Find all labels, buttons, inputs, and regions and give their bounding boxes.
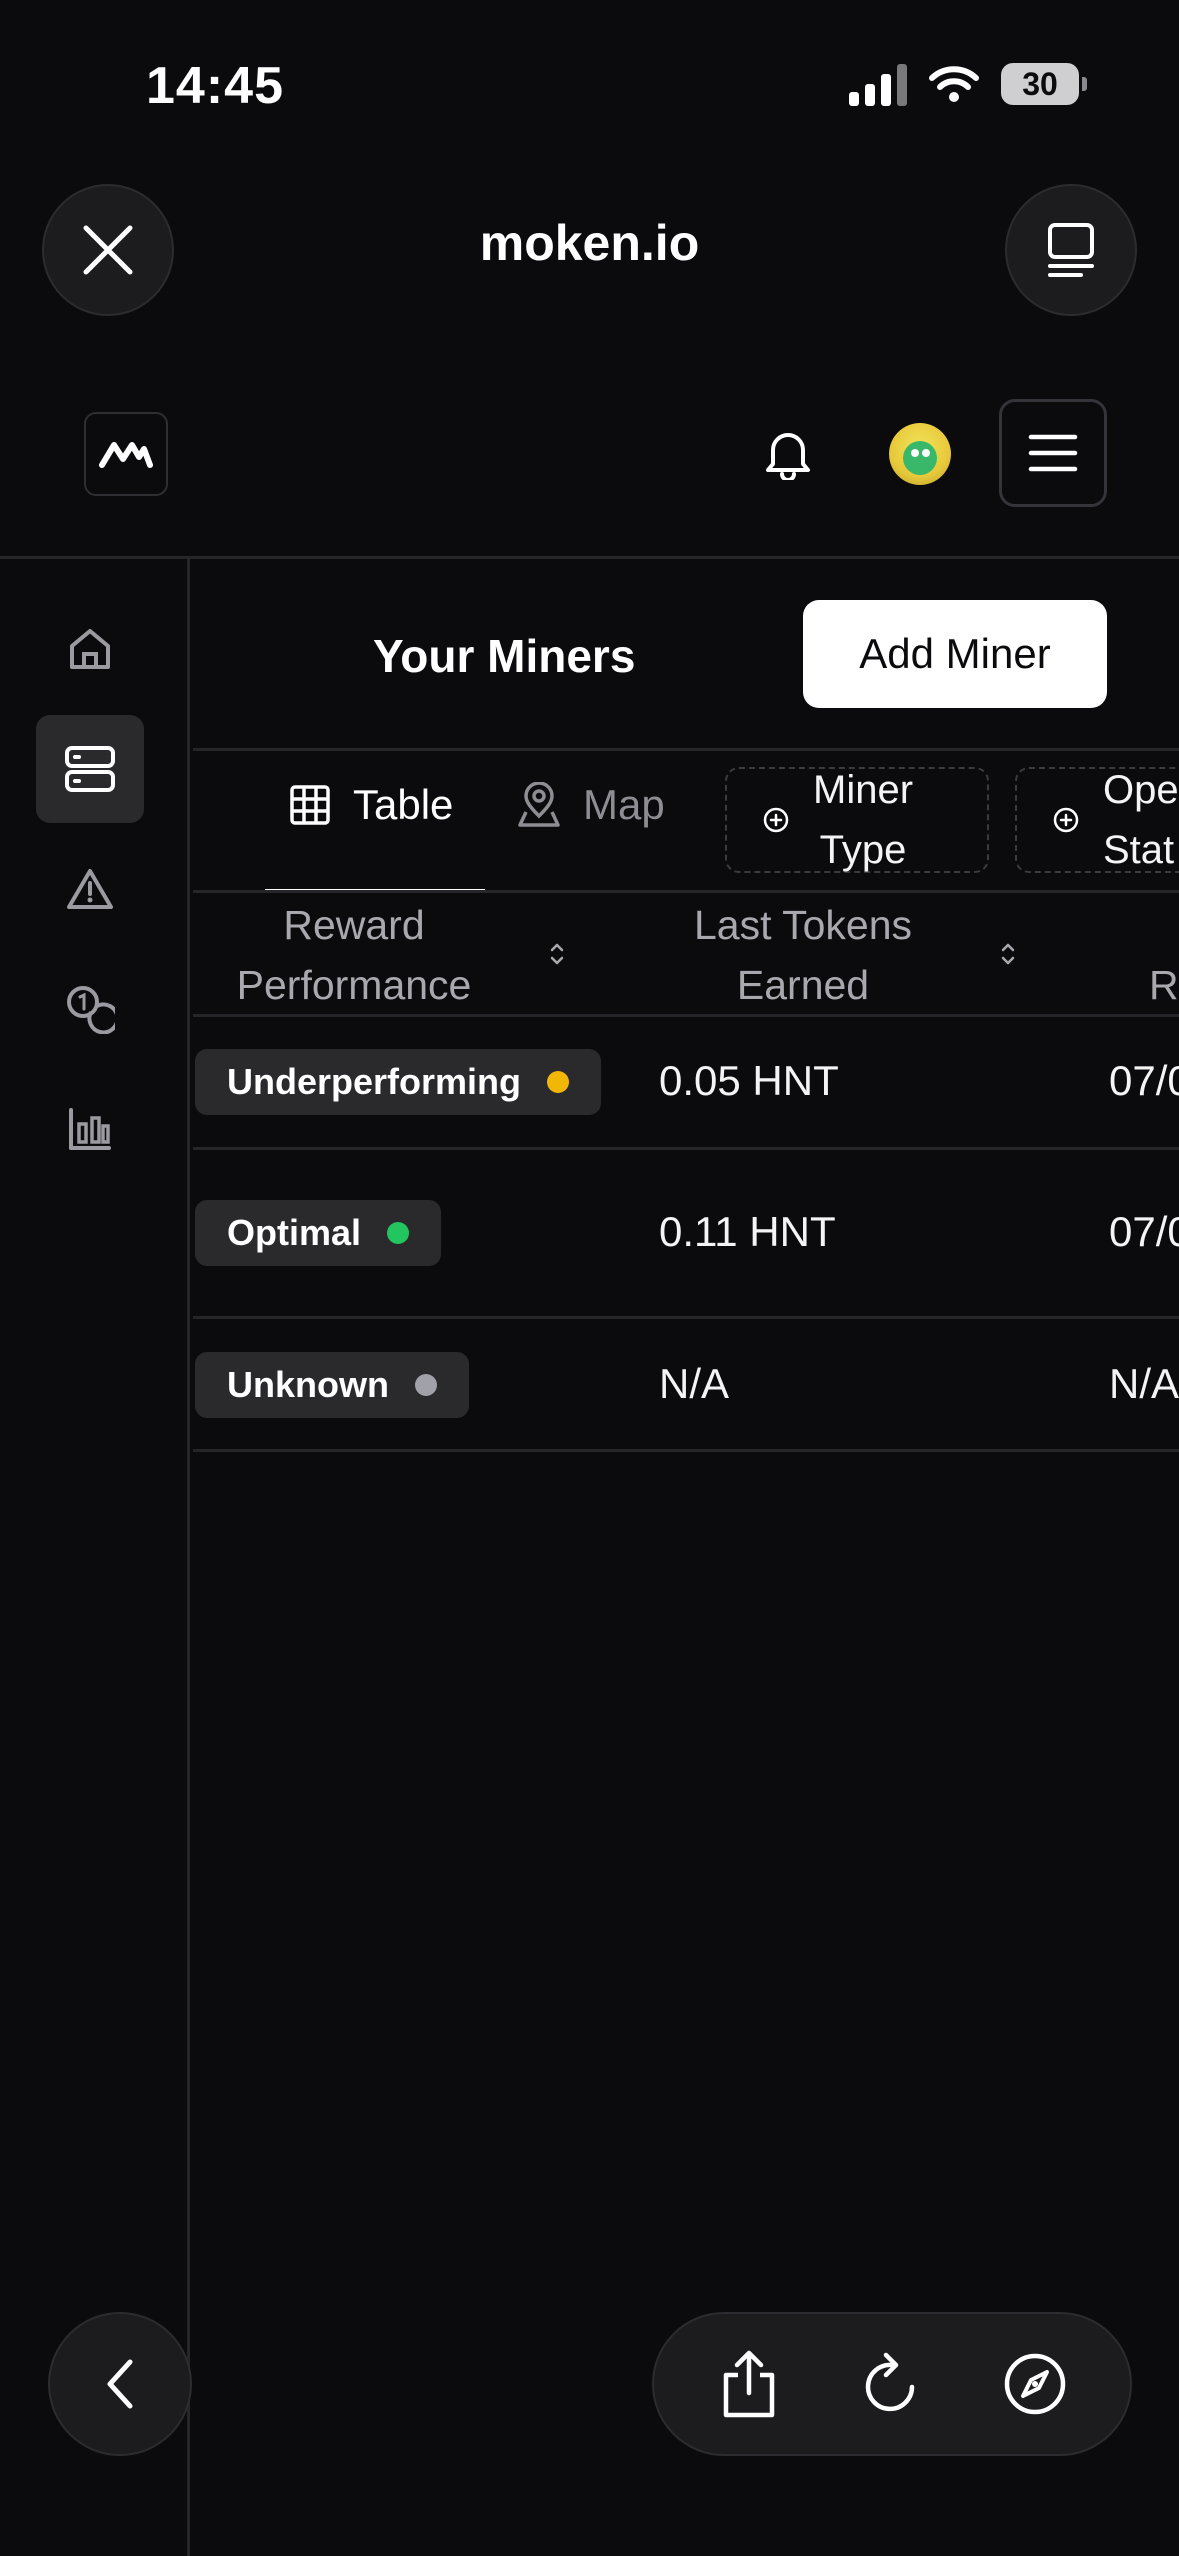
row-divider xyxy=(193,1449,1179,1452)
column-header-line: Performance xyxy=(236,962,472,1008)
filter-label-line: Miner xyxy=(813,768,914,812)
filter-operational-status-label: Ope Stat xyxy=(1103,760,1179,880)
column-header-line: La xyxy=(1149,895,1179,955)
reader-mode-icon xyxy=(1048,223,1094,277)
share-button[interactable] xyxy=(701,2336,797,2432)
table-row[interactable]: Optimal 0.11 HNT 07/0 xyxy=(193,1150,1179,1316)
tab-table[interactable]: Table xyxy=(289,770,453,840)
column-header-line: Earned xyxy=(736,962,870,1008)
page-title: Your Miners xyxy=(373,630,636,682)
column-header-last-reward[interactable]: La Rew xyxy=(1149,895,1179,1015)
add-miner-button[interactable]: Add Miner xyxy=(803,600,1107,708)
filter-operational-status[interactable]: Ope Stat xyxy=(1015,767,1179,873)
bell-icon xyxy=(766,433,810,480)
tokens-earned-cell: 0.05 HNT xyxy=(659,1057,839,1104)
status-label: Unknown xyxy=(227,1364,389,1405)
chevron-left-icon xyxy=(107,2359,133,2409)
reader-mode-button[interactable] xyxy=(1005,184,1137,316)
tab-map[interactable]: Map xyxy=(517,770,665,840)
site-title: moken.io xyxy=(479,215,700,271)
sidebar-item-home[interactable] xyxy=(36,595,144,703)
table-grid-icon xyxy=(290,785,330,825)
filter-miner-type-label: Miner Type xyxy=(813,760,913,880)
user-avatar[interactable] xyxy=(889,423,951,485)
compass-button[interactable] xyxy=(987,2336,1083,2432)
status-dot xyxy=(387,1222,410,1244)
status-label: Optimal xyxy=(227,1212,362,1253)
last-reward-cell: 07/0 xyxy=(1109,1208,1179,1255)
sidebar-item-analytics[interactable] xyxy=(36,1075,144,1183)
reload-icon xyxy=(865,2352,915,2412)
plus-circle-icon xyxy=(763,807,789,833)
share-icon xyxy=(724,2350,775,2418)
status-icons: 30 xyxy=(849,62,1087,106)
sidebar-item-miners[interactable] xyxy=(36,715,144,823)
column-header-last-tokens-earned[interactable]: Last Tokens Earned xyxy=(661,895,945,1015)
bar-chart-icon xyxy=(69,1108,111,1150)
hamburger-menu-button[interactable] xyxy=(999,399,1107,507)
table-row[interactable]: Underperforming 0.05 HNT 07/0 xyxy=(193,1017,1179,1147)
last-reward-cell: N/A xyxy=(1109,1360,1179,1407)
battery-indicator: 30 xyxy=(1001,63,1087,105)
plus-circle-icon xyxy=(1053,807,1079,833)
toolbar-divider xyxy=(193,890,1179,893)
moken-logo[interactable] xyxy=(84,412,168,496)
avatar-character xyxy=(903,441,937,475)
coins-icon xyxy=(67,986,115,1034)
battery-level: 30 xyxy=(1022,65,1058,102)
sort-icon[interactable] xyxy=(1000,941,1016,967)
filter-label-line: Type xyxy=(819,828,907,872)
filter-miner-type[interactable]: Miner Type xyxy=(725,767,989,873)
warning-icon xyxy=(67,869,113,909)
table-row[interactable]: Unknown N/A N/A xyxy=(193,1319,1179,1449)
server-icon xyxy=(65,746,115,792)
sidebar-item-alerts[interactable] xyxy=(36,835,144,943)
sort-icon[interactable] xyxy=(549,941,565,967)
filter-label-line: Stat xyxy=(1103,828,1175,872)
column-header-line: Last Tokens xyxy=(693,902,913,948)
moken-logo-icon xyxy=(99,442,153,468)
sidebar xyxy=(0,559,190,2556)
column-header-line: Rew xyxy=(1149,962,1179,1008)
compass-icon xyxy=(1004,2353,1065,2415)
title-divider xyxy=(193,748,1179,751)
browser-toolbar xyxy=(652,2312,1132,2456)
tokens-earned-cell: N/A xyxy=(659,1360,730,1407)
home-icon xyxy=(70,629,110,669)
main-content: Your Miners Add Miner Table Map Miner Ty… xyxy=(193,559,1179,2556)
avatar-eye xyxy=(922,449,930,457)
status-badge: Optimal xyxy=(195,1200,442,1266)
tab-table-label: Table xyxy=(353,781,454,828)
reload-button[interactable] xyxy=(844,2336,940,2432)
wifi-icon xyxy=(929,66,979,102)
filter-label-line: Ope xyxy=(1103,768,1179,812)
status-badge: Unknown xyxy=(195,1352,469,1418)
map-pin-icon xyxy=(518,782,560,827)
notifications-button[interactable] xyxy=(756,422,820,486)
status-time: 14:45 xyxy=(146,57,284,115)
column-header-reward-performance[interactable]: Reward Performance xyxy=(223,895,485,1015)
sidebar-item-rewards[interactable] xyxy=(36,955,144,1063)
avatar-eye xyxy=(911,449,919,457)
status-dot xyxy=(414,1374,437,1396)
hamburger-icon xyxy=(1028,434,1078,472)
status-badge: Underperforming xyxy=(195,1049,602,1115)
status-dot xyxy=(547,1071,570,1093)
status-label: Underperforming xyxy=(227,1061,522,1102)
back-button[interactable] xyxy=(48,2312,192,2456)
tokens-earned-cell: 0.11 HNT xyxy=(659,1208,836,1255)
column-header-line: Reward xyxy=(283,902,425,948)
cellular-signal-icon xyxy=(849,62,907,106)
last-reward-cell: 07/0 xyxy=(1109,1057,1179,1104)
tab-map-label: Map xyxy=(583,781,665,828)
